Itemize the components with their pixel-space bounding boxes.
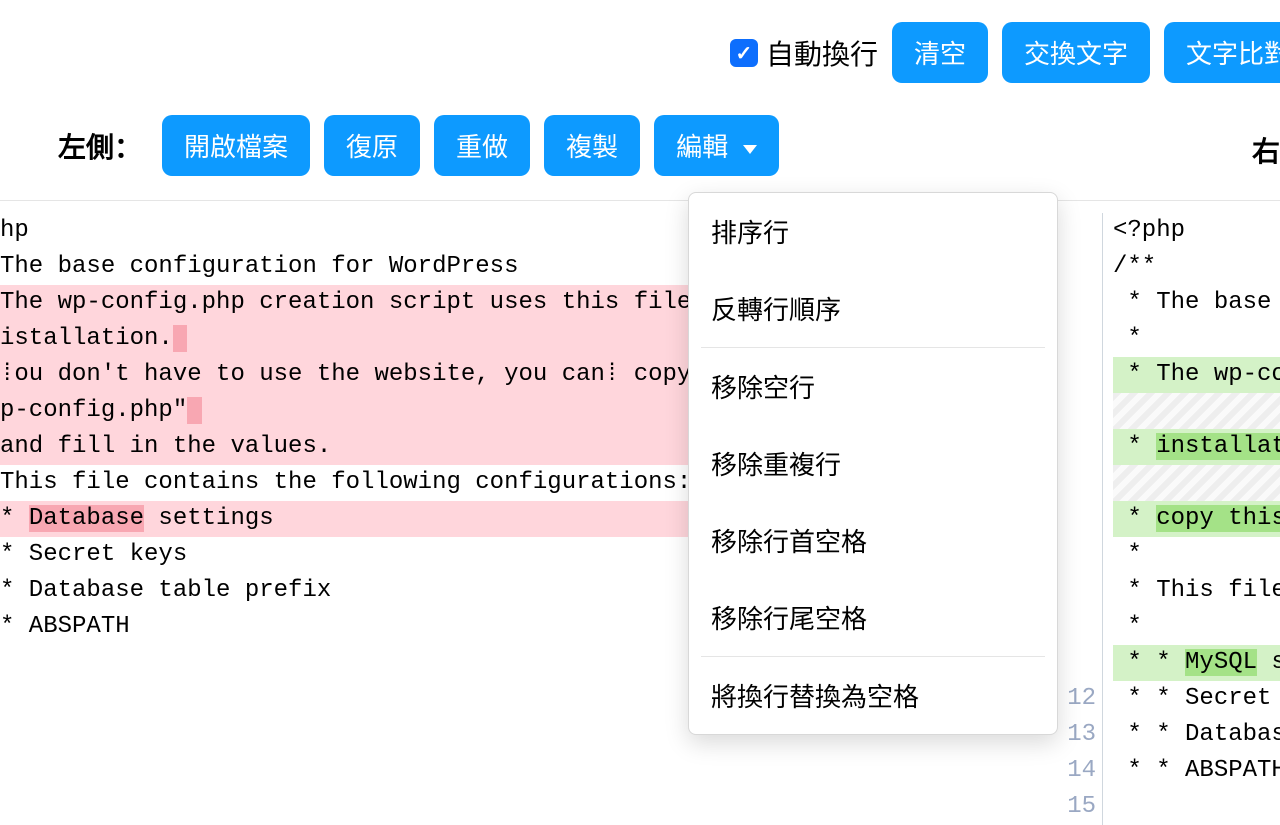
- diff-line: and fill in the values.: [0, 429, 690, 465]
- diff-line: * Database settings: [0, 501, 690, 537]
- diff-line: [1113, 465, 1280, 501]
- left-side-label: 左側：: [58, 126, 142, 166]
- line-number: [1062, 249, 1096, 285]
- menu-trim-trailing[interactable]: 移除行尾空格: [689, 579, 1057, 656]
- right-diff-pane[interactable]: <?php/** * The base c * * The wp-con * i…: [1102, 213, 1280, 825]
- autowrap-label: 自動換行: [766, 33, 878, 73]
- compare-button[interactable]: 文字比對: [1164, 22, 1280, 83]
- redo-button[interactable]: 重做: [434, 115, 530, 176]
- diff-line: * * ABSPATH: [1113, 753, 1280, 789]
- diff-line: p-config.php": [0, 393, 690, 429]
- top-toolbar: ✓ 自動換行 清空 交換文字 文字比對: [0, 0, 1280, 97]
- edit-dropdown-button[interactable]: 編輯: [654, 115, 779, 176]
- line-number: 13: [1062, 717, 1096, 753]
- clear-button[interactable]: 清空: [892, 22, 988, 83]
- copy-button[interactable]: 複製: [544, 115, 640, 176]
- diff-line: * copy this: [1113, 501, 1280, 537]
- line-number: [1062, 321, 1096, 357]
- diff-line: [1113, 789, 1280, 825]
- right-diff-block: ++++ 12131415 <?php/** * The base c * * …: [1040, 201, 1280, 825]
- menu-trim-leading[interactable]: 移除行首空格: [689, 502, 1057, 579]
- diff-line: <?php: [1113, 213, 1280, 249]
- diff-line: * The wp-con: [1113, 357, 1280, 393]
- diff-line: * This file: [1113, 573, 1280, 609]
- line-number: [1062, 609, 1096, 645]
- diff-content: hpThe base configuration for WordPressTh…: [0, 201, 1280, 825]
- line-number: [1062, 465, 1096, 501]
- change-mark: [1040, 753, 1062, 789]
- menu-remove-blank[interactable]: 移除空行: [689, 348, 1057, 425]
- line-number: [1062, 393, 1096, 429]
- diff-line: istallation.: [0, 321, 690, 357]
- right-side-label: 右: [1252, 130, 1280, 170]
- check-icon: ✓: [730, 39, 758, 67]
- diff-line: * Database table prefix: [0, 573, 690, 609]
- diff-line: *: [1113, 609, 1280, 645]
- menu-remove-dup[interactable]: 移除重複行: [689, 425, 1057, 502]
- line-number: 14: [1062, 753, 1096, 789]
- chevron-down-icon: [743, 145, 757, 154]
- left-diff-pane[interactable]: hpThe base configuration for WordPressTh…: [0, 201, 690, 825]
- edit-dropdown-menu: 排序行 反轉行順序 移除空行 移除重複行 移除行首空格 移除行尾空格 將換行替換…: [688, 192, 1058, 735]
- line-number: [1062, 573, 1096, 609]
- diff-line: * The base c: [1113, 285, 1280, 321]
- diff-line: *: [1113, 537, 1280, 573]
- line-number: [1062, 429, 1096, 465]
- edit-label: 編輯: [676, 132, 728, 162]
- diff-line: /**: [1113, 249, 1280, 285]
- diff-line: * * Secret k: [1113, 681, 1280, 717]
- diff-line: * * MySQL se: [1113, 645, 1280, 681]
- line-number: [1062, 285, 1096, 321]
- line-number: 12: [1062, 681, 1096, 717]
- menu-reverse-lines[interactable]: 反轉行順序: [689, 270, 1057, 347]
- diff-line: ⁞ou don't have to use the website, you c…: [0, 357, 690, 393]
- diff-line: * installati: [1113, 429, 1280, 465]
- diff-line: * ABSPATH: [0, 609, 690, 645]
- line-number: [1062, 501, 1096, 537]
- menu-sort-lines[interactable]: 排序行: [689, 193, 1057, 270]
- change-mark: [1040, 789, 1062, 825]
- line-number: 15: [1062, 789, 1096, 825]
- line-number: [1062, 645, 1096, 681]
- menu-join-lines[interactable]: 將換行替換為空格: [689, 657, 1057, 734]
- left-toolbar: 左側： 開啟檔案 復原 重做 複製 編輯: [0, 97, 1280, 201]
- diff-line: The wp-config.php creation script uses t…: [0, 285, 690, 321]
- diff-line: This file contains the following configu…: [0, 465, 690, 501]
- open-file-button[interactable]: 開啟檔案: [162, 115, 310, 176]
- diff-line: [1113, 393, 1280, 429]
- diff-line: *: [1113, 321, 1280, 357]
- diff-line: hp: [0, 213, 690, 249]
- line-number-gutter: 12131415: [1062, 213, 1102, 825]
- diff-line: The base configuration for WordPress: [0, 249, 690, 285]
- line-number: [1062, 357, 1096, 393]
- swap-button[interactable]: 交換文字: [1002, 22, 1150, 83]
- autowrap-toggle[interactable]: ✓ 自動換行: [730, 33, 878, 73]
- line-number: [1062, 537, 1096, 573]
- diff-line: * Secret keys: [0, 537, 690, 573]
- undo-button[interactable]: 復原: [324, 115, 420, 176]
- line-number: [1062, 213, 1096, 249]
- diff-line: * * Database: [1113, 717, 1280, 753]
